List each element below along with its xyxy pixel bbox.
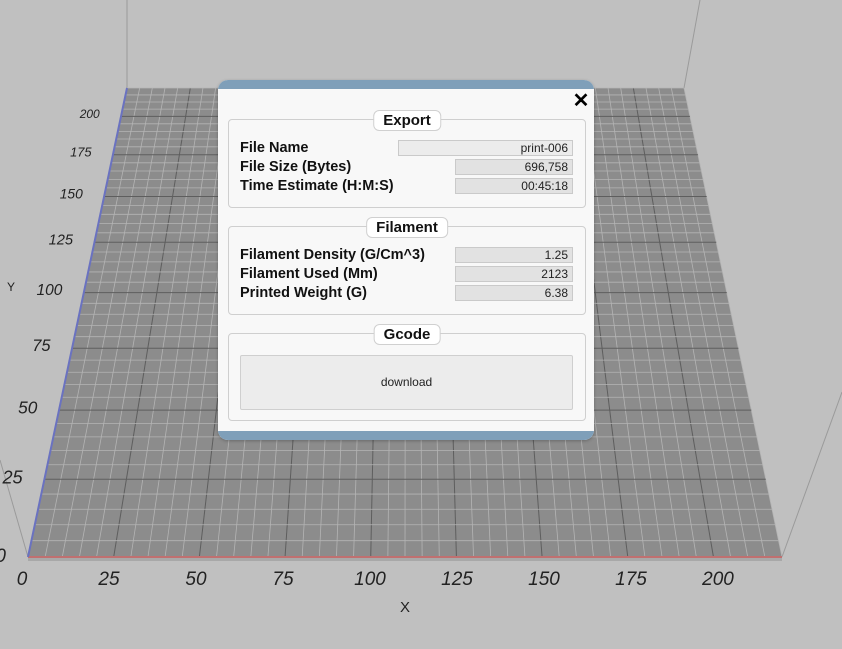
y-tick-label: 200 (79, 107, 100, 121)
file-size-label: File Size (Bytes) (240, 159, 352, 175)
export-group-title: Export (373, 110, 441, 131)
file-size-row: File Size (Bytes) 696,758 (240, 158, 573, 176)
file-name-label: File Name (240, 140, 309, 156)
y-tick-label: 150 (60, 186, 83, 201)
printed-weight-value: 6.38 (455, 285, 573, 301)
dialog-header-bar[interactable] (218, 80, 594, 89)
filament-density-row: Filament Density (G/Cm^3) 1.25 (240, 246, 573, 264)
printed-weight-row: Printed Weight (G) 6.38 (240, 284, 573, 302)
time-estimate-value: 00:45:18 (455, 178, 573, 194)
x-tick-label: 50 (185, 569, 207, 590)
gcode-group: Gcode download (228, 324, 586, 421)
x-tick-label: 150 (528, 569, 560, 590)
y-tick-label: 25 (1, 467, 23, 487)
frame-edge-right-lower (781, 391, 842, 558)
x-tick-label: 25 (97, 569, 120, 590)
download-button[interactable]: download (240, 355, 573, 410)
y-tick-label: 175 (70, 144, 92, 159)
y-tick-label: 100 (36, 282, 62, 299)
x-tick-label: 75 (272, 569, 294, 590)
y-axis-label: Y (7, 280, 15, 294)
dialog-footer-bar (218, 431, 594, 440)
y-tick-label: 125 (49, 232, 74, 248)
y-tick-label: 50 (18, 398, 38, 418)
close-icon[interactable]: ✕ (572, 91, 590, 111)
filament-density-label: Filament Density (G/Cm^3) (240, 247, 425, 263)
x-axis-ticks: 0 25 50 75 100 125 150 175 200 (17, 569, 735, 590)
filament-used-value: 2123 (455, 266, 573, 282)
y-tick-label: 75 (32, 337, 51, 355)
x-tick-label: 0 (17, 569, 28, 590)
printed-weight-label: Printed Weight (G) (240, 285, 368, 301)
time-estimate-row: Time Estimate (H:M:S) 00:45:18 (240, 177, 573, 195)
filament-used-label: Filament Used (Mm) (240, 266, 378, 282)
frame-edge-right (683, 0, 701, 89)
x-tick-label: 125 (441, 569, 473, 590)
file-name-field[interactable]: print-006 (398, 140, 573, 156)
filament-density-field[interactable]: 1.25 (455, 247, 573, 263)
filament-group-title: Filament (366, 217, 448, 238)
export-group: Export File Name print-006 File Size (By… (228, 110, 586, 208)
gcode-group-title: Gcode (373, 324, 441, 345)
filament-group: Filament Filament Density (G/Cm^3) 1.25 … (228, 217, 586, 315)
x-tick-label: 175 (615, 569, 647, 590)
time-estimate-label: Time Estimate (H:M:S) (240, 178, 394, 194)
x-tick-label: 100 (354, 569, 386, 590)
x-tick-label: 200 (701, 569, 734, 590)
x-axis-label: X (400, 599, 410, 616)
y-tick-label: 0 (0, 546, 6, 567)
file-size-value: 696,758 (455, 159, 573, 175)
export-dialog: ✕ Export File Name print-006 File Size (… (218, 80, 594, 440)
filament-used-row: Filament Used (Mm) 2123 (240, 265, 573, 283)
file-name-row: File Name print-006 (240, 139, 573, 157)
